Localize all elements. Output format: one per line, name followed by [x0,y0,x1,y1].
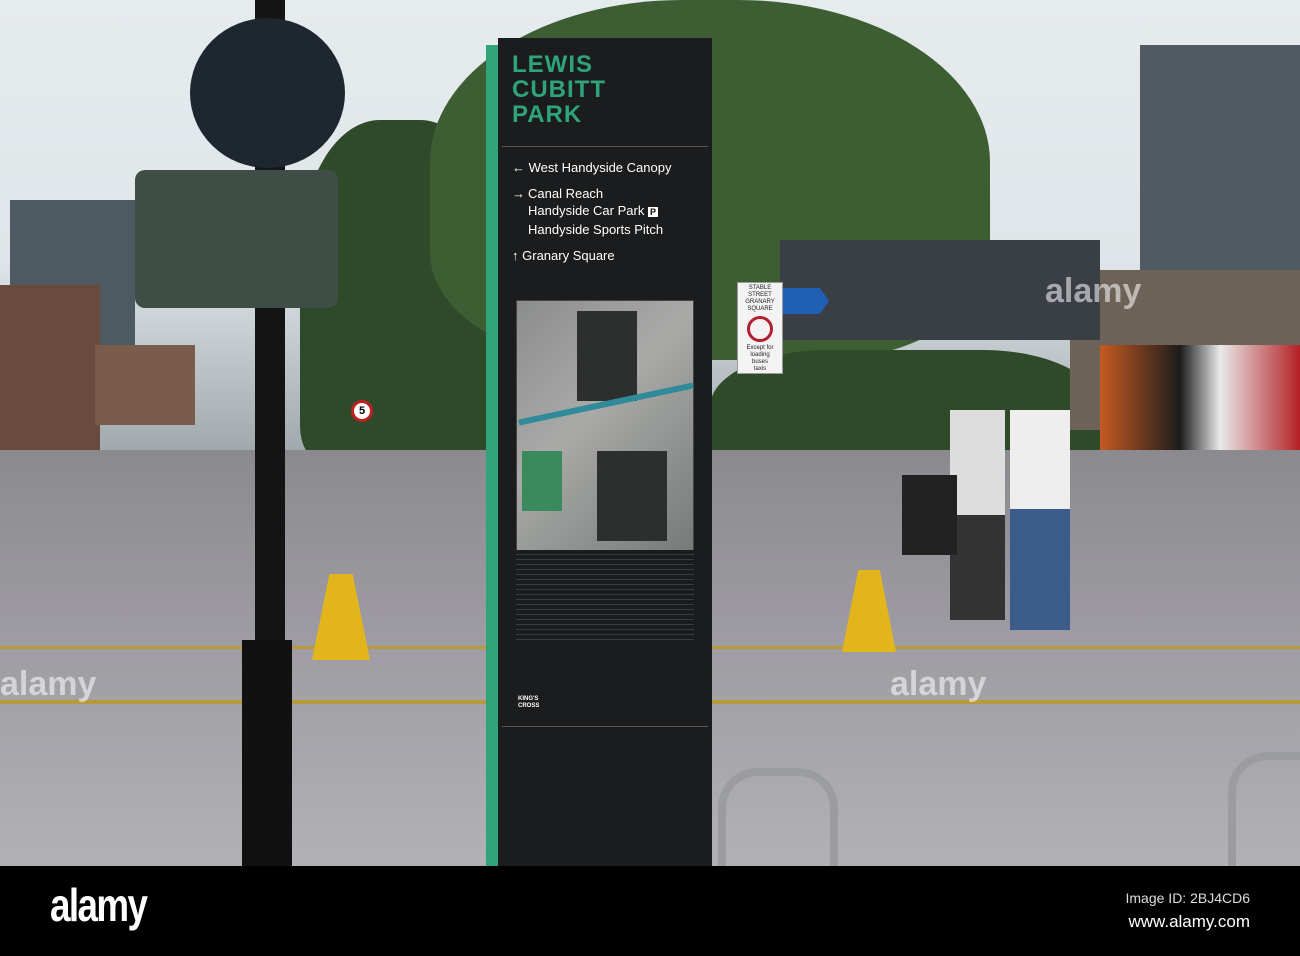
street-name-1: STABLE [748,285,772,291]
bin [902,475,957,555]
wayfinding-totem: LEWIS CUBITT PARK ← West Handyside Canop… [498,38,712,866]
brick-building-2 [95,345,195,425]
blue-arrow-sign [783,288,829,314]
exception-4: taxis [753,366,767,372]
photo-scene: STABLE STREET GRANARY SQUARE Except for … [0,0,1300,866]
street-name-4: SQUARE [747,306,773,312]
brand-logo: KING'S CROSS [518,696,540,709]
arrow-up-icon: ↑ [512,248,519,263]
pedestrian [1010,410,1070,630]
map-park [577,311,637,401]
title-line: LEWIS [512,51,593,78]
directory-index [516,550,694,640]
street-name-2: STREET [748,292,772,298]
direction-label: Granary Square [522,248,615,263]
divider [502,726,708,727]
map-block [597,451,667,541]
arrow-right-icon: → [512,186,525,201]
watermark-bar: alamy Image ID: 2BJ4CD6 www.alamy.com [0,866,1300,956]
image-id: Image ID: 2BJ4CD6 [1125,890,1251,906]
exception-2: loading [750,352,770,358]
watermark-logo: alamy [1045,272,1142,310]
no-vehicles-icon [747,316,773,342]
map-green [522,451,562,511]
alamy-url: www.alamy.com [1128,912,1250,931]
gasholder [1140,45,1300,285]
parking-icon: P [647,207,658,217]
street-name-3: GRANARY [745,299,775,305]
direction-label: West Handyside Canopy [528,160,672,175]
bike-rack [1228,752,1300,866]
divider [502,146,708,147]
direction-label: Handyside Car Park [528,203,645,218]
street-sign: STABLE STREET GRANARY SQUARE Except for … [737,282,783,374]
exception-3: buses [751,359,768,365]
arrow-left-icon: ← [512,160,525,175]
area-map [516,300,694,582]
direction-item: ↑ Granary Square [512,247,707,264]
direction-label: Handyside Sports Pitch [528,222,664,237]
direction-list: ← West Handyside Canopy → Canal Reach Ha… [512,159,707,264]
mural [1100,345,1300,465]
direction-item: ← West Handyside Canopy [512,159,707,176]
title-line: PARK [512,101,583,128]
post-base [242,640,292,866]
alamy-logo: alamy [50,879,148,931]
direction-label: Canal Reach [528,186,604,201]
speed-limit-sign: 5 [351,400,373,422]
brick-building [0,285,100,475]
bike-rack [718,768,838,866]
pedestrian [950,410,1005,620]
direction-item: → Canal Reach Handyside Car Park P Handy… [512,185,707,238]
watermark-logo: alamy [890,665,987,703]
watermark-logo: alamy [0,665,97,703]
rect-sign-back [135,170,338,308]
sign-title: LEWIS CUBITT PARK [512,52,606,127]
round-sign-back [190,18,345,168]
title-line: CUBITT [512,76,606,103]
exception-1: Except for [746,345,774,351]
